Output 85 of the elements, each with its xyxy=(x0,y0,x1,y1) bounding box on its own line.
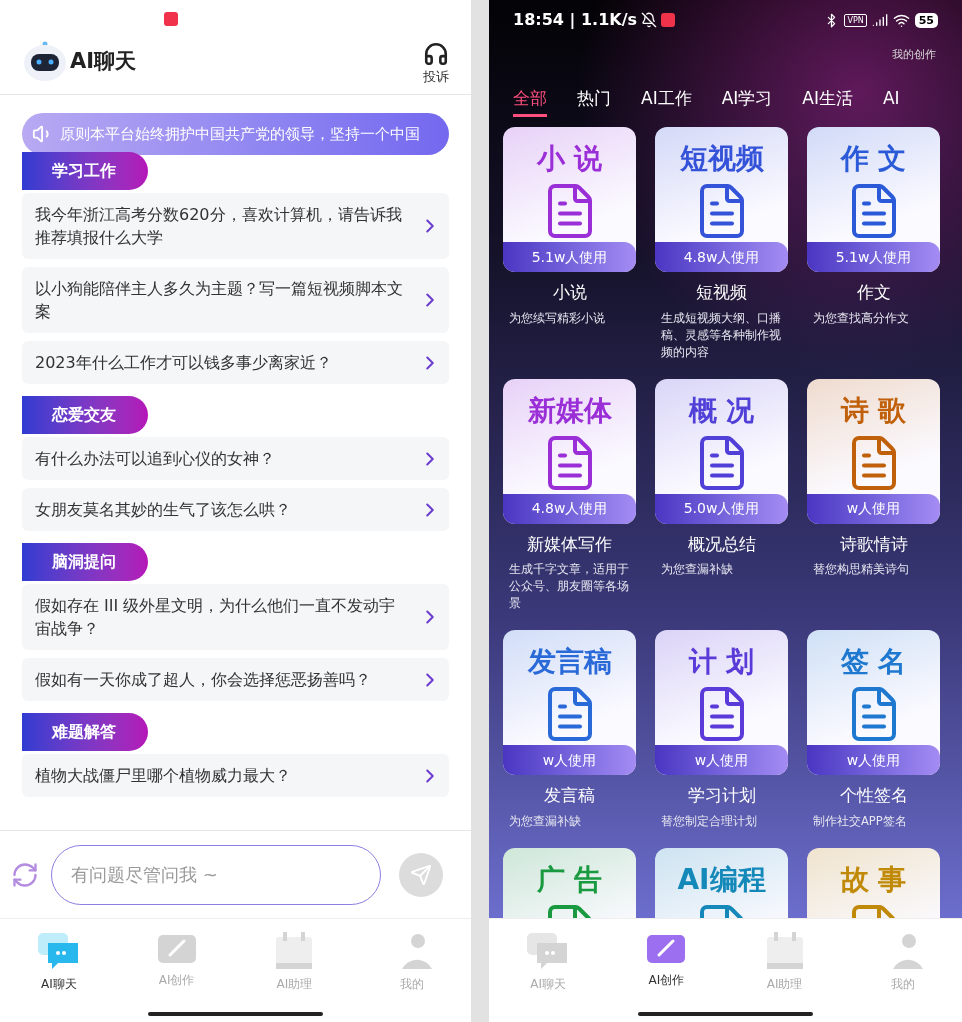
tile-art-title: 发言稿 xyxy=(526,644,613,680)
tile-name: 作文 xyxy=(855,281,892,304)
category-label: 脑洞提问 xyxy=(22,543,148,581)
suggested-question[interactable]: 女朋友莫名其妙的生气了该怎么哄？ xyxy=(22,488,449,531)
usage-count: 5.0w人使用 xyxy=(655,493,788,524)
category-tab[interactable]: 全部 xyxy=(513,86,547,117)
complaint-button[interactable]: 投诉 xyxy=(423,37,449,87)
suggested-question[interactable]: 假如存在 III 级外星文明，为什么他们一直不发动宇宙战争？ xyxy=(22,584,449,650)
tile-description: 为您续写精彩小说 xyxy=(508,309,606,327)
category-label: 难题解答 xyxy=(22,713,148,751)
tile-description: 为您查找高分作文 xyxy=(812,309,910,327)
tile-art-title: AI编程 xyxy=(676,861,767,898)
tile-name: 个性签名 xyxy=(838,784,909,807)
feature-tile[interactable]: 概 况 5.0w人使用 xyxy=(655,378,788,524)
feature-tile[interactable]: 计 划 w人使用 xyxy=(655,630,788,775)
suggested-question[interactable]: 2023年什么工作才可以钱多事少离家近？ xyxy=(22,341,449,384)
feature-tile[interactable]: 小 说 5.1w人使用 xyxy=(503,127,636,272)
tile-description: 制作社交APP签名 xyxy=(812,812,908,830)
tile-name: 学习计划 xyxy=(686,784,757,807)
tile-description: 为您查漏补缺 xyxy=(660,561,734,578)
tile-name: 短视频 xyxy=(695,281,748,304)
app-title: AI聊天 xyxy=(70,48,137,76)
category-tab[interactable]: AI xyxy=(882,86,900,117)
signal-icon xyxy=(871,12,888,28)
tile-name: 小说 xyxy=(551,281,588,304)
notice-text: 原则本平台始终拥护中国共产党的领导，坚持一个中国 xyxy=(60,123,420,145)
ai-calendar-icon xyxy=(274,931,315,971)
suggested-question[interactable]: 植物大战僵尸里哪个植物威力最大？ xyxy=(22,754,449,797)
category-tab[interactable]: AI学习 xyxy=(721,86,773,117)
tile-description: 生成短视频大纲、口播稿、灵感等各种制作视频的内容 xyxy=(660,309,782,361)
feature-tile[interactable]: 发言稿 w人使用 xyxy=(503,630,636,775)
battery-indicator: 55 xyxy=(914,12,938,28)
category-tab[interactable]: AI生活 xyxy=(802,86,853,117)
nav-tab[interactable]: AI创作 xyxy=(607,931,726,993)
ai-calendar-icon xyxy=(764,931,805,971)
feature-tile[interactable]: 诗 歌 w人使用 xyxy=(807,378,940,524)
category-label: 学习工作 xyxy=(22,152,148,190)
nav-tab[interactable]: AI聊天 xyxy=(0,931,118,993)
usage-count: 4.8w人使用 xyxy=(503,493,636,524)
tile-art-title: 概 况 xyxy=(687,392,756,429)
app-notification-icon xyxy=(164,12,178,26)
category-tab[interactable]: 热门 xyxy=(577,86,611,117)
send-button[interactable] xyxy=(399,852,443,897)
usage-count: w人使用 xyxy=(655,745,788,775)
question-input-field[interactable]: 有问题尽管问我 ~ xyxy=(51,844,381,905)
tile-art-title: 新媒体 xyxy=(526,392,613,429)
suggested-question[interactable]: 以小狗能陪伴主人多久为主题？写一篇短视频脚本文案 xyxy=(22,267,449,333)
tile-description: 替您制定合理计划 xyxy=(660,812,758,830)
tile-name: 发言稿 xyxy=(543,784,596,807)
category-tab[interactable]: AI工作 xyxy=(641,86,692,117)
headset-icon xyxy=(423,41,449,68)
tile-description: 为您查漏补缺 xyxy=(508,812,582,830)
my-works-link[interactable]: 我的创作 xyxy=(892,46,936,64)
suggested-question[interactable]: 假如有一天你成了超人，你会选择惩恶扬善吗？ xyxy=(22,658,449,701)
tile-art-title: 计 划 xyxy=(687,644,756,680)
tile-art-title: 广 告 xyxy=(535,861,604,898)
feature-tile[interactable]: 签 名 w人使用 xyxy=(807,630,940,775)
suggested-question[interactable]: 有什么办法可以追到心仪的女神？ xyxy=(22,437,449,480)
suggested-question[interactable]: 我今年浙江高考分数620分，喜欢计算机，请告诉我推荐填报什么大学 xyxy=(22,193,449,259)
status-time: 18:54 | 1.1K/s xyxy=(513,9,638,31)
tile-name: 新媒体写作 xyxy=(526,532,613,556)
tile-art-title: 诗 歌 xyxy=(839,392,908,429)
tile-description: 生成千字文章，适用于公众号、朋友圈等各场景 xyxy=(508,561,630,612)
tile-art-title: 故 事 xyxy=(839,861,908,898)
usage-count: 5.1w人使用 xyxy=(807,242,940,272)
feature-tile[interactable]: 短视频 4.8w人使用 xyxy=(655,127,788,272)
app-notification-icon xyxy=(661,13,676,27)
paper-plane-icon xyxy=(410,863,432,886)
tile-description: 替您构思精美诗句 xyxy=(812,561,910,578)
vpn-badge: VPN xyxy=(844,13,867,27)
tile-name: 诗歌情诗 xyxy=(838,532,909,556)
usage-count: 5.1w人使用 xyxy=(503,242,636,272)
usage-count: w人使用 xyxy=(503,745,636,775)
tile-art-title: 签 名 xyxy=(839,644,908,680)
category-label: 恋爱交友 xyxy=(22,396,148,434)
tile-name: 概况总结 xyxy=(686,532,757,556)
usage-count: w人使用 xyxy=(807,493,940,524)
usage-count: w人使用 xyxy=(807,745,940,775)
tile-art-title: 短视频 xyxy=(678,141,765,177)
tile-art-title: 小 说 xyxy=(535,141,604,177)
feature-tile[interactable]: 作 文 5.1w人使用 xyxy=(807,127,940,272)
usage-count: 4.8w人使用 xyxy=(655,242,788,272)
feature-tile[interactable]: 新媒体 4.8w人使用 xyxy=(503,378,636,524)
tile-art-title: 作 文 xyxy=(839,141,908,177)
bell-off-icon xyxy=(641,12,658,28)
